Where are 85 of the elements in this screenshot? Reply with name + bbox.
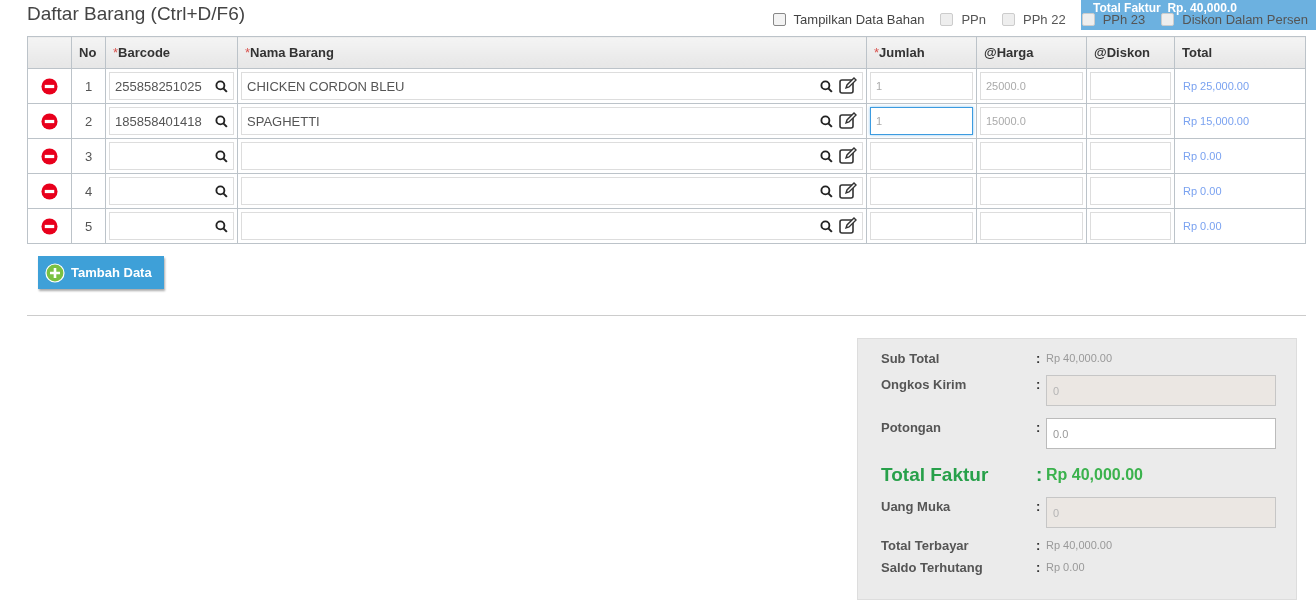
summary-label: Potongan [881,419,942,435]
column-header: No [71,36,106,69]
summary-label: Saldo Terhutang [881,559,984,575]
column-header: @Diskon [1086,36,1175,69]
discount-field[interactable] [1090,107,1171,135]
quantity-field[interactable] [870,177,973,205]
item-name-field[interactable]: CHICKEN CORDON BLEU [241,72,863,100]
discount-field[interactable] [1090,72,1171,100]
price-field[interactable]: 15000.0 [980,107,1083,135]
search-icon[interactable] [215,184,228,198]
summary-label: Total Faktur [881,464,990,486]
column-header: *Nama Barang [237,36,867,69]
row-total: Rp 15,000.00 [1174,103,1306,139]
price-field[interactable] [980,177,1083,205]
summary-value: Rp 40,000.00 [1046,538,1113,551]
summary-label: Total Terbayar [881,537,970,553]
summary-label: Uang Muka [881,498,952,514]
quantity-field[interactable] [870,142,973,170]
column-header: Total [1174,36,1306,69]
banner-total-text: Total Faktur Rp. 40,000.0 [1092,0,1238,15]
quantity-field[interactable]: 1 [870,72,973,100]
discount-field[interactable] [1090,142,1171,170]
barcode-field[interactable] [109,177,234,205]
search-icon[interactable] [820,114,833,128]
colon-text: : [1036,376,1042,392]
quantity-field[interactable] [870,212,973,240]
summary-value: Rp 0.00 [1046,560,1085,573]
search-icon[interactable] [215,219,228,233]
add-data-button[interactable]: Tambah Data [38,256,164,289]
row-total: Rp 25,000.00 [1174,68,1306,104]
summary-label: Sub Total [881,350,941,366]
quantity-field[interactable]: 1 [870,107,973,135]
barcode-field[interactable] [109,142,234,170]
column-header: *Barcode [105,36,238,69]
colon-text: : [1036,464,1044,486]
column-header: @Harga [976,36,1087,69]
item-name-field[interactable] [241,177,863,205]
summary-value: Rp 40,000.00 [1046,466,1143,484]
option-checkbox[interactable]: Tampilkan Data Bahan [772,12,925,27]
edit-icon[interactable] [839,182,857,200]
summary-value: Rp 40,000.00 [1046,351,1113,364]
summary-input-field[interactable]: 0.0 [1046,418,1276,449]
barcode-field[interactable]: 255858251025 [109,72,234,100]
price-field[interactable]: 25000.0 [980,72,1083,100]
row-total: Rp 0.00 [1174,138,1306,174]
search-icon[interactable] [820,79,833,93]
price-field[interactable] [980,142,1083,170]
item-name-field[interactable] [241,142,863,170]
colon-text: : [1036,559,1042,575]
barcode-field[interactable]: 185858401418 [109,107,234,135]
price-field[interactable] [980,212,1083,240]
summary-label: Ongkos Kirim [881,376,968,392]
remove-row-icon[interactable] [41,77,58,95]
search-icon[interactable] [215,114,228,128]
edit-icon[interactable] [839,112,857,130]
remove-row-icon[interactable] [41,182,58,200]
column-header: *Jumlah [866,36,977,69]
remove-row-icon[interactable] [41,147,58,165]
edit-icon[interactable] [839,217,857,235]
search-icon[interactable] [820,219,833,233]
section-title: Daftar Barang (Ctrl+D/F6) [27,3,246,26]
search-icon[interactable] [820,184,833,198]
colon-text: : [1036,350,1042,366]
barcode-field[interactable] [109,212,234,240]
checkbox-icon [940,13,954,26]
search-icon[interactable] [820,149,833,163]
row-total: Rp 0.00 [1174,173,1306,209]
colon-text: : [1036,419,1042,435]
remove-row-icon[interactable] [41,112,58,130]
edit-icon[interactable] [839,77,857,95]
colon-text: : [1036,498,1042,514]
search-icon[interactable] [215,149,228,163]
row-total: Rp 0.00 [1174,208,1306,244]
remove-row-icon[interactable] [41,217,58,235]
checkbox-icon [1161,13,1175,26]
colon-text: : [1036,537,1042,553]
checkbox-icon [1001,13,1015,26]
edit-icon[interactable] [839,147,857,165]
item-name-field[interactable] [241,212,863,240]
discount-field[interactable] [1090,212,1171,240]
plus-icon [45,262,65,283]
item-name-field[interactable]: SPAGHETTI [241,107,863,135]
search-icon[interactable] [215,79,228,93]
discount-field[interactable] [1090,177,1171,205]
checkbox-icon [772,13,786,26]
